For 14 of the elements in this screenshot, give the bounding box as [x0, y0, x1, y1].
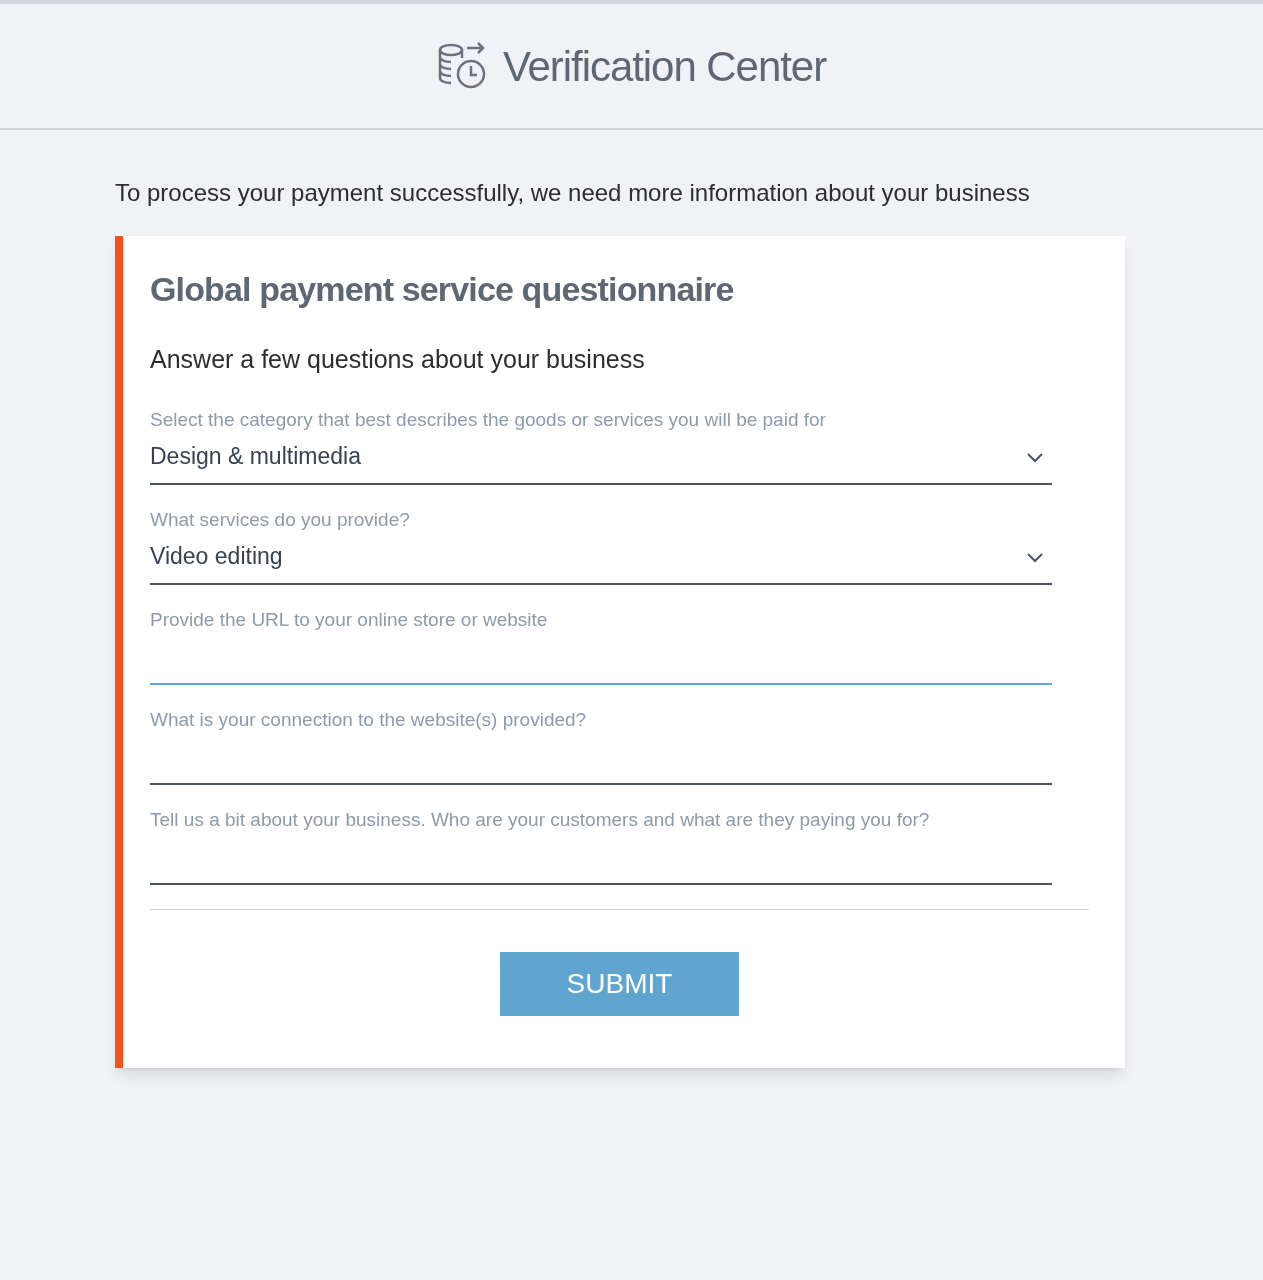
select-field[interactable]: Video editing [150, 530, 1052, 585]
card-subtitle: Answer a few questions about your business [150, 344, 646, 375]
field-label: Provide the URL to your online store or website [150, 608, 549, 631]
field-label: Tell us a bit about your business. Who are your customers and what are they paying you for? [150, 808, 931, 831]
select-field[interactable]: Design & multimedia [150, 430, 1052, 485]
chevron-down-icon [1026, 450, 1044, 463]
intro-text: To process your payment successfully, we need more information about your business [115, 178, 1031, 208]
page-title: Verification Center [502, 41, 827, 92]
card-title: Global payment service questionnaire [150, 269, 735, 310]
field-label: What services do you provide? [150, 508, 411, 531]
coins-clock-icon [436, 42, 487, 90]
field-label: Select the category that best describes the goods or services you will be paid for [150, 408, 827, 431]
chevron-down-icon [1026, 550, 1044, 563]
field-label: What is your connection to the website(s) provided? [150, 708, 588, 731]
